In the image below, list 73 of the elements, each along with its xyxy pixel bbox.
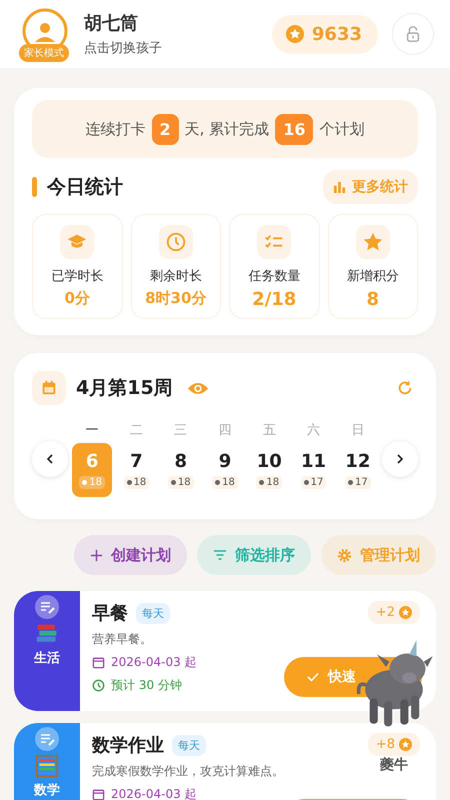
points-tag: +2 xyxy=(368,601,420,624)
plan-description: 完成寒假数学作业，攻克计算难点。 xyxy=(92,763,284,780)
section-title: 今日统计 xyxy=(47,175,124,200)
note-icon xyxy=(35,595,59,619)
gear-icon xyxy=(337,548,352,562)
day-cell[interactable]: 12 17 xyxy=(338,443,378,497)
stat-value: 8 xyxy=(366,289,380,310)
stat-label: 任务数量 xyxy=(248,268,300,285)
week-title: 4月第15周 xyxy=(76,376,173,401)
check-icon xyxy=(306,670,320,684)
lock-button[interactable] xyxy=(392,13,434,55)
weekday-label: 五 xyxy=(262,422,276,439)
plan-card[interactable]: 生活 早餐 每天 营养早餐。 2026-04-03 起 预计 30 分钟 +2 快速 xyxy=(14,591,436,711)
star-icon xyxy=(362,231,384,253)
plan-title: 数学作业 xyxy=(92,734,164,757)
day-cell[interactable]: 9 18 xyxy=(204,443,245,497)
plan-title: 早餐 xyxy=(92,602,128,625)
mode-badge: 家长模式 xyxy=(19,44,69,62)
avatar-icon[interactable] xyxy=(22,8,68,46)
abacus-icon xyxy=(35,754,59,778)
streak-text: 连续打卡 xyxy=(86,120,146,138)
streak-days: 2 xyxy=(152,114,179,144)
clock-icon xyxy=(92,679,105,692)
next-week-button[interactable] xyxy=(382,441,418,477)
chevron-right-icon xyxy=(395,454,405,464)
eye-icon[interactable] xyxy=(186,380,209,396)
action-button[interactable]: 创建计划 xyxy=(74,535,187,575)
child-name[interactable]: 胡七筒 xyxy=(84,11,272,35)
day-cell[interactable]: 10 18 xyxy=(249,443,290,497)
start-date: 2026-04-03 起 xyxy=(92,786,284,800)
day-cell[interactable]: 7 18 xyxy=(116,443,156,497)
calendar-icon xyxy=(32,371,66,405)
chevron-left-icon xyxy=(45,454,55,464)
star-icon xyxy=(399,606,412,619)
stat-value: 8时30分 xyxy=(145,289,206,308)
refresh-icon[interactable] xyxy=(396,379,414,397)
category-label: 生活 xyxy=(34,650,60,667)
lock-icon xyxy=(404,25,422,43)
previous-week-button[interactable] xyxy=(32,441,68,477)
completed-count: 16 xyxy=(275,114,314,144)
weekday-label: 四 xyxy=(218,422,232,439)
stat-label: 剩余时长 xyxy=(150,268,202,285)
plan-description: 营养早餐。 xyxy=(92,631,153,648)
start-date: 2026-04-03 起 xyxy=(92,654,197,671)
frequency-tag: 每天 xyxy=(136,602,170,624)
calendar-icon xyxy=(92,656,105,669)
category-label: 数学 xyxy=(34,782,60,799)
weekday-label: 六 xyxy=(307,422,320,439)
switch-hint[interactable]: 点击切换孩子 xyxy=(84,39,272,57)
streak-text: 天, 累计完成 xyxy=(184,120,270,138)
weekday-label: 一 xyxy=(86,422,99,439)
stat-value: 2/18 xyxy=(252,289,296,310)
accent-bar xyxy=(32,177,37,197)
duration: 预计 30 分钟 xyxy=(92,677,197,694)
plus-icon xyxy=(90,548,103,562)
day-cell[interactable]: 11 17 xyxy=(294,443,334,497)
weekday-label: 日 xyxy=(351,422,364,439)
stat-label: 已学时长 xyxy=(51,268,104,285)
clock-icon xyxy=(164,231,187,253)
day-cell[interactable]: 8 18 xyxy=(160,443,201,497)
frequency-tag: 每天 xyxy=(172,734,206,756)
note-icon xyxy=(35,727,59,751)
streak-text: 个计划 xyxy=(319,120,364,138)
weekday-label: 三 xyxy=(174,422,188,439)
stat-value: 0分 xyxy=(64,289,90,308)
calendar-icon xyxy=(92,788,105,800)
filter-icon xyxy=(213,548,227,562)
weekday-label: 二 xyxy=(130,422,143,439)
pet-name: 夔牛 xyxy=(380,756,408,774)
star-icon xyxy=(399,738,412,751)
bar-chart-icon xyxy=(333,180,346,194)
points-tag: +8 xyxy=(368,733,420,756)
stat-label: 新增积分 xyxy=(346,268,399,285)
